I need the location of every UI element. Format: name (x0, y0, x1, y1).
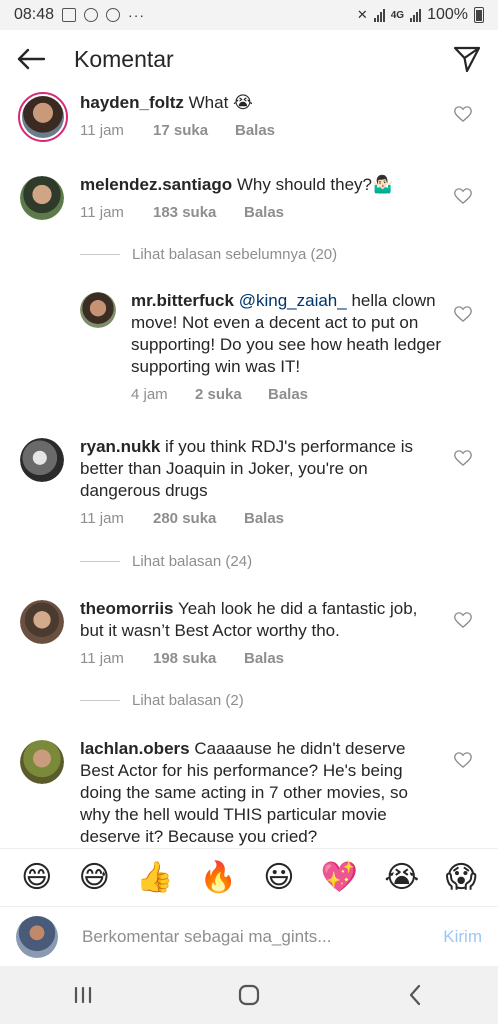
emoji-sweat-smile-icon[interactable]: 😅 (79, 862, 110, 893)
comment-text: lachlan.obers Caaaause he didn't deserve… (80, 738, 440, 848)
like-heart-icon[interactable] (454, 752, 472, 768)
avatar[interactable] (20, 740, 64, 784)
page-title: Komentar (74, 45, 174, 72)
battery-icon (474, 7, 484, 23)
emoji-smiley-icon[interactable]: 😃 (263, 862, 294, 893)
avatar[interactable] (80, 292, 116, 328)
comment-time: 11 jam (80, 650, 124, 667)
reply-button[interactable]: Balas (244, 650, 284, 667)
comment-time: 11 jam (80, 204, 124, 221)
divider (80, 254, 120, 255)
comment-meta: 11 jam 280 suka Balas (80, 510, 284, 527)
comment-text: melendez.santiago Why should they?🤷🏻‍♂️ (80, 174, 420, 196)
emoji-thumbs-up-icon[interactable]: 👍 (136, 862, 173, 893)
comment-username[interactable]: hayden_foltz (80, 93, 184, 112)
comment-meta: 4 jam 2 suka Balas (131, 386, 308, 403)
recent-apps-icon[interactable] (63, 975, 103, 1015)
send-direct-icon[interactable] (452, 44, 482, 74)
comment-meta: 11 jam 17 suka Balas (80, 122, 275, 139)
like-heart-icon[interactable] (454, 450, 472, 466)
sync-icon (106, 8, 121, 22)
reply-button[interactable]: Balas (244, 510, 284, 527)
comment-time: 11 jam (80, 510, 124, 527)
comment-likes[interactable]: 17 suka (153, 122, 235, 139)
comment-username[interactable]: mr.bitterfuck (131, 291, 234, 310)
comments-list[interactable]: hayden_foltz What 😭 11 jam 17 suka Balas… (0, 88, 498, 848)
like-heart-icon[interactable] (454, 612, 472, 628)
comment-likes[interactable]: 2 suka (195, 386, 268, 403)
emoji-heart-ribbon-icon[interactable]: 💖 (321, 862, 358, 893)
comment-likes[interactable]: 198 suka (153, 650, 244, 667)
avatar[interactable] (20, 600, 64, 644)
back-arrow-icon[interactable] (16, 47, 46, 71)
post-button[interactable]: Kirim (443, 927, 482, 947)
back-nav-icon[interactable] (395, 975, 435, 1015)
header: Komentar (0, 30, 498, 88)
whatsapp-icon (84, 8, 99, 22)
view-previous-replies-label: Lihat balasan sebelumnya (20) (132, 246, 338, 263)
more-notifications-icon: ··· (128, 7, 146, 23)
comment-time: 11 jam (80, 122, 124, 139)
comment-time: 4 jam (131, 386, 168, 403)
view-replies-label: Lihat balasan (2) (132, 692, 244, 709)
comment-likes[interactable]: 280 suka (153, 510, 244, 527)
reply-button[interactable]: Balas (244, 204, 284, 221)
current-user-avatar (16, 915, 58, 958)
comment-text: hayden_foltz What 😭 (80, 92, 420, 114)
comment-likes[interactable]: 183 suka (153, 204, 244, 221)
comment-username[interactable]: ryan.nukk (80, 437, 160, 456)
divider (80, 561, 120, 562)
avatar[interactable] (18, 92, 68, 142)
emoji-fire-icon[interactable]: 🔥 (200, 862, 237, 893)
comment-username[interactable]: melendez.santiago (80, 175, 232, 194)
comment-text: theomorriis Yeah look he did a fantastic… (80, 598, 420, 642)
status-bar: 08:48 ··· ✕ 4G 100% (0, 0, 498, 30)
comment-text: mr.bitterfuck @king_zaiah_ hella clown m… (131, 290, 441, 378)
comment-text: ryan.nukk if you think RDJ's performance… (80, 436, 420, 502)
reply-button[interactable]: Balas (235, 122, 275, 139)
comment-message: Why should they?🤷🏻‍♂️ (236, 175, 394, 194)
like-heart-icon[interactable] (454, 306, 472, 322)
view-previous-replies[interactable]: Lihat balasan sebelumnya (20) (80, 246, 337, 263)
like-heart-icon[interactable] (454, 106, 472, 122)
comment-meta: 11 jam 198 suka Balas (80, 650, 284, 667)
avatar[interactable] (20, 438, 64, 482)
avatar[interactable] (20, 176, 64, 220)
battery-percent: 100% (427, 6, 468, 23)
mute-icon: ✕ (356, 7, 368, 22)
signal-icon (373, 8, 385, 22)
view-replies-label: Lihat balasan (24) (132, 553, 253, 570)
comment-input[interactable] (82, 926, 436, 947)
comment-username[interactable]: theomorriis (80, 599, 174, 618)
home-icon[interactable] (229, 975, 269, 1015)
network-type: 4G (390, 9, 405, 21)
comment-meta: 11 jam 183 suka Balas (80, 204, 284, 221)
emoji-crying-icon[interactable]: 😭 (384, 862, 419, 893)
comment-composer: Kirim (0, 906, 498, 966)
view-replies-button[interactable]: Lihat balasan (24) (80, 553, 252, 570)
signal-icon-2 (410, 8, 422, 22)
emoji-grin-sweat-icon[interactable]: 😄 (21, 862, 52, 893)
status-time: 08:48 (14, 6, 55, 23)
emoji-scream-icon[interactable]: 😱 (446, 862, 477, 893)
system-nav-bar (0, 966, 498, 1024)
gallery-icon (62, 8, 77, 22)
view-replies-button[interactable]: Lihat balasan (2) (80, 692, 244, 709)
comment-username[interactable]: lachlan.obers (80, 739, 190, 758)
like-heart-icon[interactable] (454, 188, 472, 204)
reply-button[interactable]: Balas (268, 386, 308, 403)
quick-emoji-bar: 😄 😅 👍 🔥 😃 💖 😭 😱 (0, 848, 498, 906)
divider (80, 700, 120, 701)
mention-link[interactable]: @king_zaiah_ (239, 291, 347, 310)
comment-message: What 😭 (188, 93, 253, 112)
